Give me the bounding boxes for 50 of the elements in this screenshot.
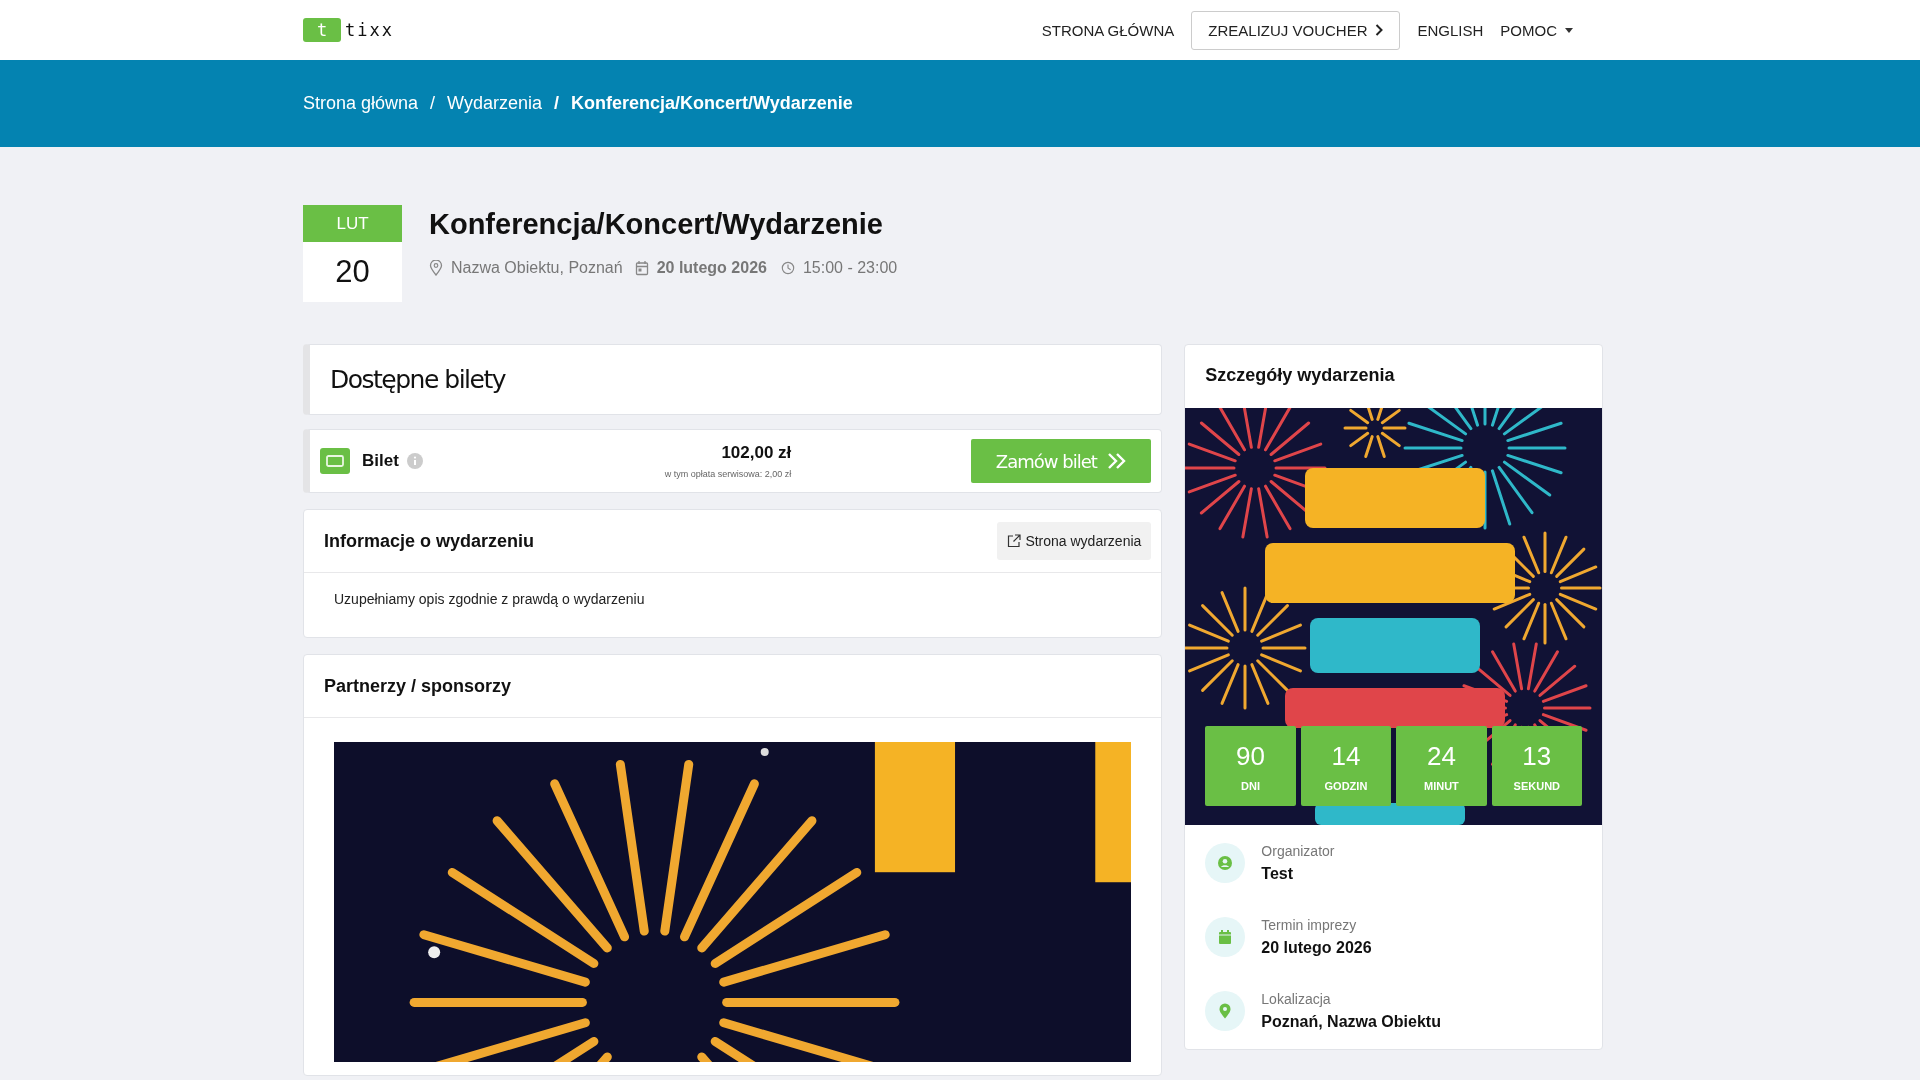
card-title: Informacje o wydarzeniu — [324, 530, 535, 552]
detail-label: Termin imprezy — [1261, 917, 1358, 933]
calendar-icon — [1205, 917, 1246, 957]
ticket-price: 102,00 zł — [721, 443, 792, 463]
location-pin-icon — [1205, 991, 1246, 1031]
caret-icon — [1565, 27, 1573, 33]
breadcrumb-link[interactable]: Strona główna — [303, 93, 419, 114]
event-title: Konferencja/Koncert/Wydarzenie — [429, 208, 884, 241]
section-title: Dostępne bilety — [329, 364, 507, 396]
detail-label: Organizator — [1261, 843, 1335, 859]
countdown-unit: GODZIN — [1324, 779, 1368, 792]
countdown-unit: SEKUND — [1513, 779, 1561, 792]
date-month: LUT — [303, 205, 402, 242]
person-icon — [1205, 843, 1246, 883]
date-day: 20 — [303, 242, 402, 302]
detail-value: Test — [1261, 865, 1295, 883]
nav-button[interactable]: ZREALIZUJ VOUCHER — [1191, 10, 1401, 50]
double-chevron-icon — [1106, 453, 1127, 469]
breadcrumb-separator: / — [430, 93, 436, 114]
breadcrumb-link[interactable]: Wydarzenia — [447, 93, 542, 114]
detail-value: 20 lutego 2026 — [1261, 939, 1372, 957]
countdown-unit: DNI — [1241, 779, 1260, 792]
countdown-value: 90 — [1236, 740, 1265, 772]
info-icon[interactable] — [406, 453, 423, 469]
service-fee-note: w tym opłata serwisowa: 2,00 zł — [664, 469, 792, 479]
card-title: Partnerzy / sponsorzy — [324, 675, 512, 697]
chevron-icon — [1375, 24, 1384, 36]
event-venue: Nazwa Obiektu, Poznań — [451, 259, 623, 277]
ticket-name: Bilet — [362, 451, 399, 471]
countdown-unit: MINUT — [1423, 779, 1459, 792]
ticket-icon — [320, 448, 350, 474]
countdown-value: 14 — [1331, 740, 1361, 772]
detail-label: Lokalizacja — [1261, 991, 1332, 1007]
clock-icon — [780, 260, 795, 276]
event-time: 15:00 - 23:00 — [802, 259, 898, 277]
event-description: Uzupełniamy opis zgodnie z prawdą o wydarzeniu — [333, 590, 646, 609]
card-title: Szczegóły wydarzenia — [1204, 364, 1396, 387]
breadcrumb-separator: / — [554, 93, 559, 114]
nav-link[interactable]: ENGLISH — [1417, 15, 1484, 45]
external-link-icon — [1007, 534, 1022, 548]
calendar-icon — [634, 260, 649, 276]
event-date: 20 lutego 2026 — [656, 259, 767, 277]
countdown-value: 13 — [1522, 740, 1552, 772]
event-page-button[interactable]: Strona wydarzenia — [997, 522, 1152, 560]
countdown-value: 24 — [1426, 740, 1456, 772]
logo-text[interactable]: tixx — [345, 20, 394, 40]
location-pin-icon — [429, 260, 443, 276]
nav-dropdown[interactable]: POMOC — [1500, 15, 1573, 45]
detail-value: Poznań, Nazwa Obiektu — [1261, 1013, 1441, 1031]
nav-link[interactable]: STRONA GŁÓWNA — [1041, 15, 1175, 45]
